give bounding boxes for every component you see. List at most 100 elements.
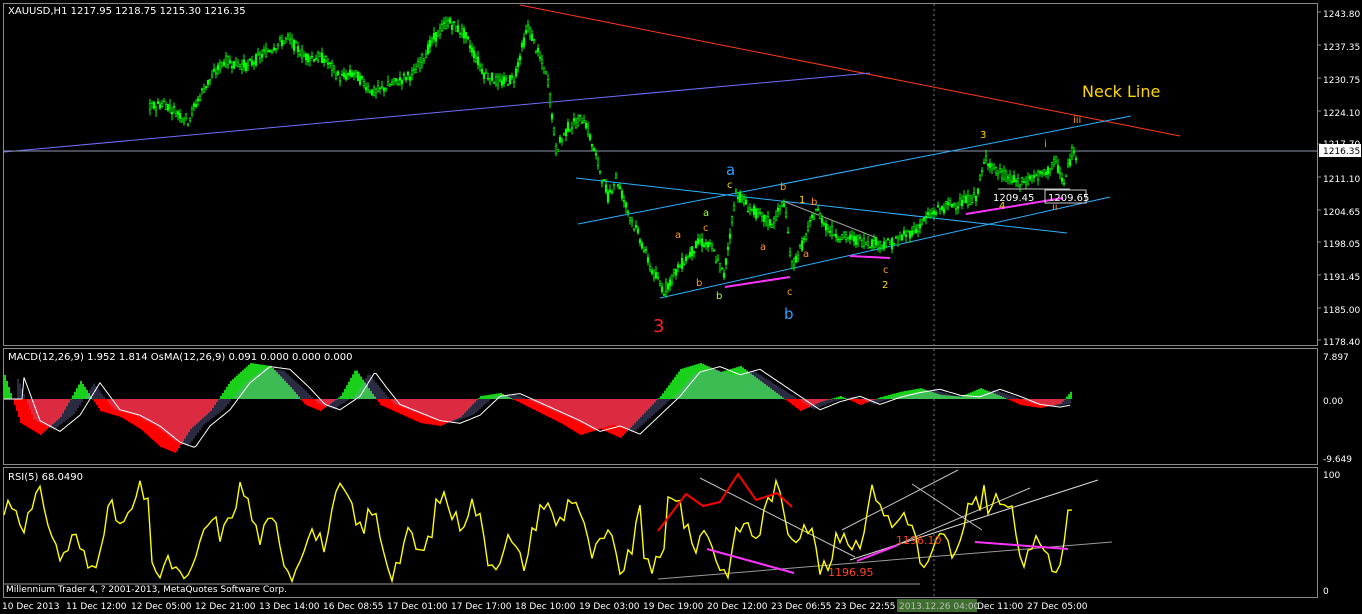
candle-body [276, 43, 280, 47]
candle-body [1038, 171, 1042, 174]
candle-body [422, 58, 426, 61]
macd-bar [386, 399, 388, 408]
candle-body [548, 93, 552, 104]
macd-bar [796, 399, 798, 408]
candle-body [936, 205, 940, 208]
candle-body [396, 83, 400, 86]
candle-body [498, 79, 502, 82]
candle-body [1006, 176, 1010, 179]
candle-body [710, 245, 714, 249]
candle-body [458, 32, 462, 35]
candle-body [158, 104, 162, 109]
candle-body [968, 195, 972, 205]
candle-body [172, 105, 176, 108]
candle-body [298, 54, 302, 57]
candle-body [734, 189, 738, 193]
macd-bar [852, 399, 854, 402]
candle-body [870, 239, 874, 247]
candle-body [308, 58, 312, 62]
candle-body [998, 168, 1002, 173]
candle-body [842, 231, 846, 238]
macd-bar [302, 399, 304, 402]
candle-body [272, 47, 276, 51]
macd-bar [672, 379, 674, 399]
candle-body [1024, 181, 1028, 185]
candle-body [580, 122, 584, 124]
candle-body [228, 60, 232, 64]
candle-body [832, 234, 836, 236]
candle-body [656, 277, 660, 279]
time-tick-label: 13 Dec 14:00 [259, 602, 320, 612]
candle-body [982, 162, 986, 164]
macd-bar [310, 399, 312, 407]
candle-body [718, 263, 722, 271]
candle-body [640, 242, 644, 249]
rsi-channel-c [841, 469, 959, 531]
macd-bar [1018, 399, 1020, 405]
candle-body [1012, 175, 1016, 182]
macd-bar [526, 399, 528, 406]
candle-body [442, 22, 446, 25]
time-tick-label: 11 Dec 12:00 [66, 602, 127, 612]
candle-body [152, 102, 156, 109]
candle-body [384, 88, 388, 91]
candle-body [1070, 147, 1074, 157]
candle-body [894, 236, 898, 239]
candle-body [852, 235, 856, 242]
candle-body [750, 208, 754, 211]
candle-body [850, 234, 854, 237]
candle-body [246, 62, 250, 67]
candle-body [1010, 180, 1014, 183]
trading-chart[interactable]: XAUUSD,H1 1217.95 1218.75 1215.30 1216.3… [0, 0, 1362, 614]
candle-body [292, 39, 296, 51]
candle-body [184, 113, 188, 119]
candle-body [880, 244, 884, 247]
candle-body [728, 233, 732, 239]
candle-body [986, 163, 990, 166]
candle-body [1042, 169, 1046, 175]
candle-body [622, 200, 626, 202]
candle-body [642, 250, 646, 252]
candle-body [592, 147, 596, 152]
candle-body [608, 189, 612, 193]
candle-body [926, 212, 930, 216]
candle-body [680, 257, 684, 269]
macd-bar [860, 399, 862, 405]
macd-bar [304, 399, 306, 404]
candle-body [652, 269, 656, 279]
macd-bar [382, 399, 384, 406]
candle-body [170, 111, 174, 115]
candle-body [922, 217, 926, 221]
long-support-line[interactable] [3, 72, 871, 153]
macd-bar [388, 399, 390, 409]
candle-body [260, 54, 264, 58]
macd-bar [858, 399, 860, 405]
price-panel-frame [3, 3, 1318, 346]
candle-body [192, 103, 196, 107]
wave-label: i [1044, 139, 1047, 150]
candle-body [420, 54, 424, 64]
candle-body [798, 244, 802, 247]
candle-body [994, 167, 998, 174]
candle-body [496, 76, 500, 86]
macd-bar [224, 390, 226, 399]
candle-body [906, 230, 910, 233]
macd-bar [342, 392, 344, 399]
price-tick-label: 1211.10 [1323, 175, 1360, 185]
candle-body [1066, 163, 1070, 167]
candle-body [430, 38, 434, 42]
candle-body [150, 103, 154, 109]
candle-body [594, 153, 598, 156]
candle-body [166, 104, 170, 111]
candle-body [434, 32, 438, 42]
candle-body [266, 50, 270, 53]
candle-body [346, 72, 350, 76]
candle-body [1008, 174, 1012, 181]
candle-body [722, 272, 726, 278]
candle-body [538, 56, 542, 59]
time-tick-label: Dec 11:00 [977, 602, 1023, 612]
candle-body [484, 71, 488, 74]
candle-body [614, 174, 618, 179]
candle-body [394, 78, 398, 82]
candle-body [408, 76, 412, 81]
